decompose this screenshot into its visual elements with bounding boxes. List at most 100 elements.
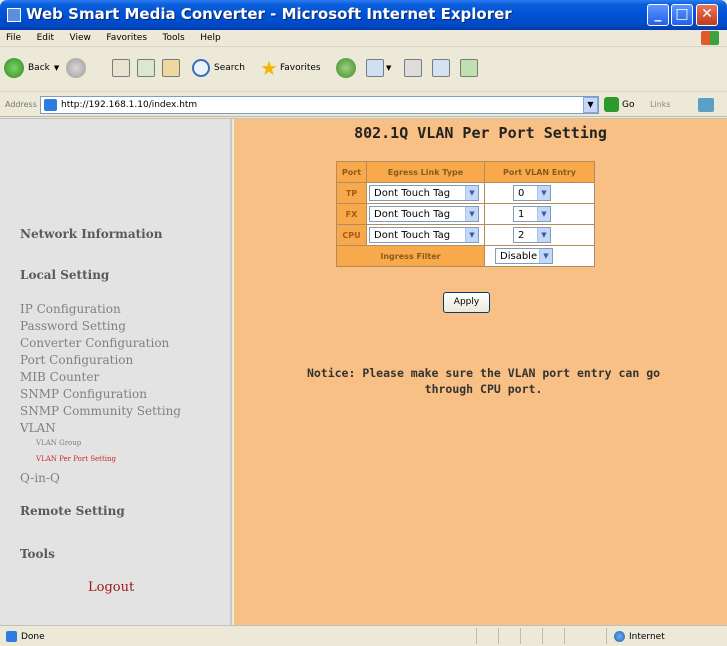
nav-vlan-group[interactable]: VLAN Group — [36, 439, 81, 447]
ingress-filter-select[interactable]: Disable ▼ — [495, 248, 553, 264]
table-row: Ingress Filter Disable ▼ — [336, 245, 595, 267]
close-button[interactable]: ✕ — [696, 4, 718, 26]
favorites-button[interactable]: ★ Favorites — [260, 56, 321, 80]
address-bar: Address http://192.168.1.10/index.htm ▼ … — [0, 93, 727, 117]
minimize-button[interactable]: _ — [647, 4, 669, 26]
address-dropdown-icon[interactable]: ▼ — [583, 97, 598, 113]
nav-vlan-per-port-setting[interactable]: VLAN Per Port Setting — [36, 455, 116, 463]
menu-help[interactable]: Help — [194, 31, 227, 43]
nav-remote-setting[interactable]: Remote Setting — [20, 504, 125, 518]
menu-file[interactable]: File — [0, 31, 27, 43]
browser-toolbar: Back ▼ Search ★ Favorites ▼ — [0, 47, 727, 92]
notice-line-2: through CPU port. — [424, 382, 543, 396]
vlan-port-table: Port Egress Link Type Port VLAN Entry TP… — [336, 161, 595, 267]
search-icon — [192, 59, 210, 77]
ie-tools-icon[interactable] — [698, 98, 714, 112]
history-button[interactable] — [336, 56, 356, 80]
status-text: Done — [21, 631, 45, 642]
egress-select-tp[interactable]: Dont Touch Tag ▼ — [369, 185, 479, 201]
port-label: FX — [336, 203, 367, 225]
stop-button[interactable] — [112, 56, 130, 80]
egress-select-cpu[interactable]: Dont Touch Tag ▼ — [369, 227, 479, 243]
nav-mib-counter[interactable]: MIB Counter — [20, 370, 99, 384]
address-label: Address — [5, 100, 37, 109]
print-button[interactable] — [404, 56, 422, 80]
print-icon — [404, 59, 422, 77]
window-title: Web Smart Media Converter - Microsoft In… — [26, 5, 512, 23]
chevron-down-icon: ▼ — [539, 249, 552, 263]
page-done-icon — [6, 631, 17, 642]
status-divider — [542, 628, 543, 644]
search-button[interactable]: Search — [192, 56, 245, 80]
status-bar: Done Internet — [0, 625, 727, 646]
mail-dropdown-icon: ▼ — [386, 64, 392, 72]
nav-vlan[interactable]: VLAN — [20, 421, 56, 435]
nav-network-information[interactable]: Network Information — [20, 227, 162, 241]
pvid-select-cpu[interactable]: 2 ▼ — [513, 227, 551, 243]
col-header-egress-link-type: Egress Link Type — [366, 161, 485, 183]
search-label: Search — [214, 63, 245, 73]
egress-select-fx[interactable]: Dont Touch Tag ▼ — [369, 206, 479, 222]
windows-logo-icon — [701, 31, 719, 45]
back-label: Back — [28, 63, 50, 73]
chevron-down-icon: ▼ — [537, 207, 550, 221]
menu-favorites[interactable]: Favorites — [100, 31, 153, 43]
internet-globe-icon — [614, 631, 625, 642]
pvid-select-tp[interactable]: 0 ▼ — [513, 185, 551, 201]
ingress-filter-label: Ingress Filter — [336, 245, 485, 267]
refresh-button[interactable] — [137, 56, 155, 80]
favorites-label: Favorites — [279, 63, 321, 73]
history-icon — [336, 58, 356, 78]
menu-bar: File Edit View Favorites Tools Help — [0, 30, 727, 47]
col-header-port: Port — [336, 161, 367, 183]
port-label: TP — [336, 182, 367, 204]
nav-local-setting[interactable]: Local Setting — [20, 268, 109, 282]
go-arrow-icon — [604, 97, 619, 112]
status-done: Done — [6, 631, 45, 642]
ie-app-icon — [7, 8, 21, 22]
zone-label: Internet — [629, 631, 665, 642]
status-divider — [520, 628, 521, 644]
logout-link[interactable]: Logout — [88, 580, 134, 595]
nav-password-setting[interactable]: Password Setting — [20, 319, 126, 333]
nav-converter-configuration[interactable]: Converter Configuration — [20, 336, 169, 350]
messenger-icon — [460, 59, 478, 77]
status-divider — [498, 628, 499, 644]
pvid-value: 1 — [518, 208, 525, 220]
pvid-select-fx[interactable]: 1 ▼ — [513, 206, 551, 222]
go-label: Go — [622, 99, 635, 110]
egress-value: Dont Touch Tag — [374, 187, 451, 199]
nav-snmp-configuration[interactable]: SNMP Configuration — [20, 387, 147, 401]
page-icon — [44, 99, 57, 111]
menu-edit[interactable]: Edit — [31, 31, 60, 43]
nav-q-in-q[interactable]: Q-in-Q — [20, 471, 60, 485]
nav-ip-configuration[interactable]: IP Configuration — [20, 302, 121, 316]
edit-button[interactable] — [432, 56, 450, 80]
back-arrow-icon — [4, 58, 24, 78]
home-icon — [162, 59, 180, 77]
nav-snmp-community-setting[interactable]: SNMP Community Setting — [20, 404, 181, 418]
menu-tools[interactable]: Tools — [157, 31, 191, 43]
menu-view[interactable]: View — [64, 31, 97, 43]
pvid-value: 2 — [518, 229, 525, 241]
egress-value: Dont Touch Tag — [374, 229, 451, 241]
go-button[interactable]: Go — [604, 97, 634, 112]
messenger-button[interactable] — [460, 56, 478, 80]
forward-button[interactable] — [66, 56, 86, 80]
maximize-button[interactable]: □ — [671, 4, 693, 26]
main-panel: 802.1Q VLAN Per Port Setting Port Egress… — [234, 119, 727, 626]
nav-tools[interactable]: Tools — [20, 547, 55, 561]
nav-port-configuration[interactable]: Port Configuration — [20, 353, 133, 367]
window-title-bar[interactable]: Web Smart Media Converter - Microsoft In… — [0, 0, 727, 30]
address-input[interactable]: http://192.168.1.10/index.htm — [40, 96, 599, 114]
col-header-port-vlan-entry: Port VLAN Entry — [484, 161, 595, 183]
apply-button[interactable]: Apply — [443, 292, 490, 313]
home-button[interactable] — [162, 56, 180, 80]
back-button[interactable]: Back ▼ — [4, 56, 59, 80]
back-dropdown-icon[interactable]: ▼ — [54, 64, 59, 72]
pvid-value: 0 — [518, 187, 525, 199]
links-button[interactable]: Links — [650, 100, 671, 109]
page-content: Network Information Local Setting IP Con… — [0, 118, 727, 626]
favorites-star-icon: ★ — [260, 56, 278, 80]
mail-button[interactable]: ▼ — [366, 56, 391, 80]
